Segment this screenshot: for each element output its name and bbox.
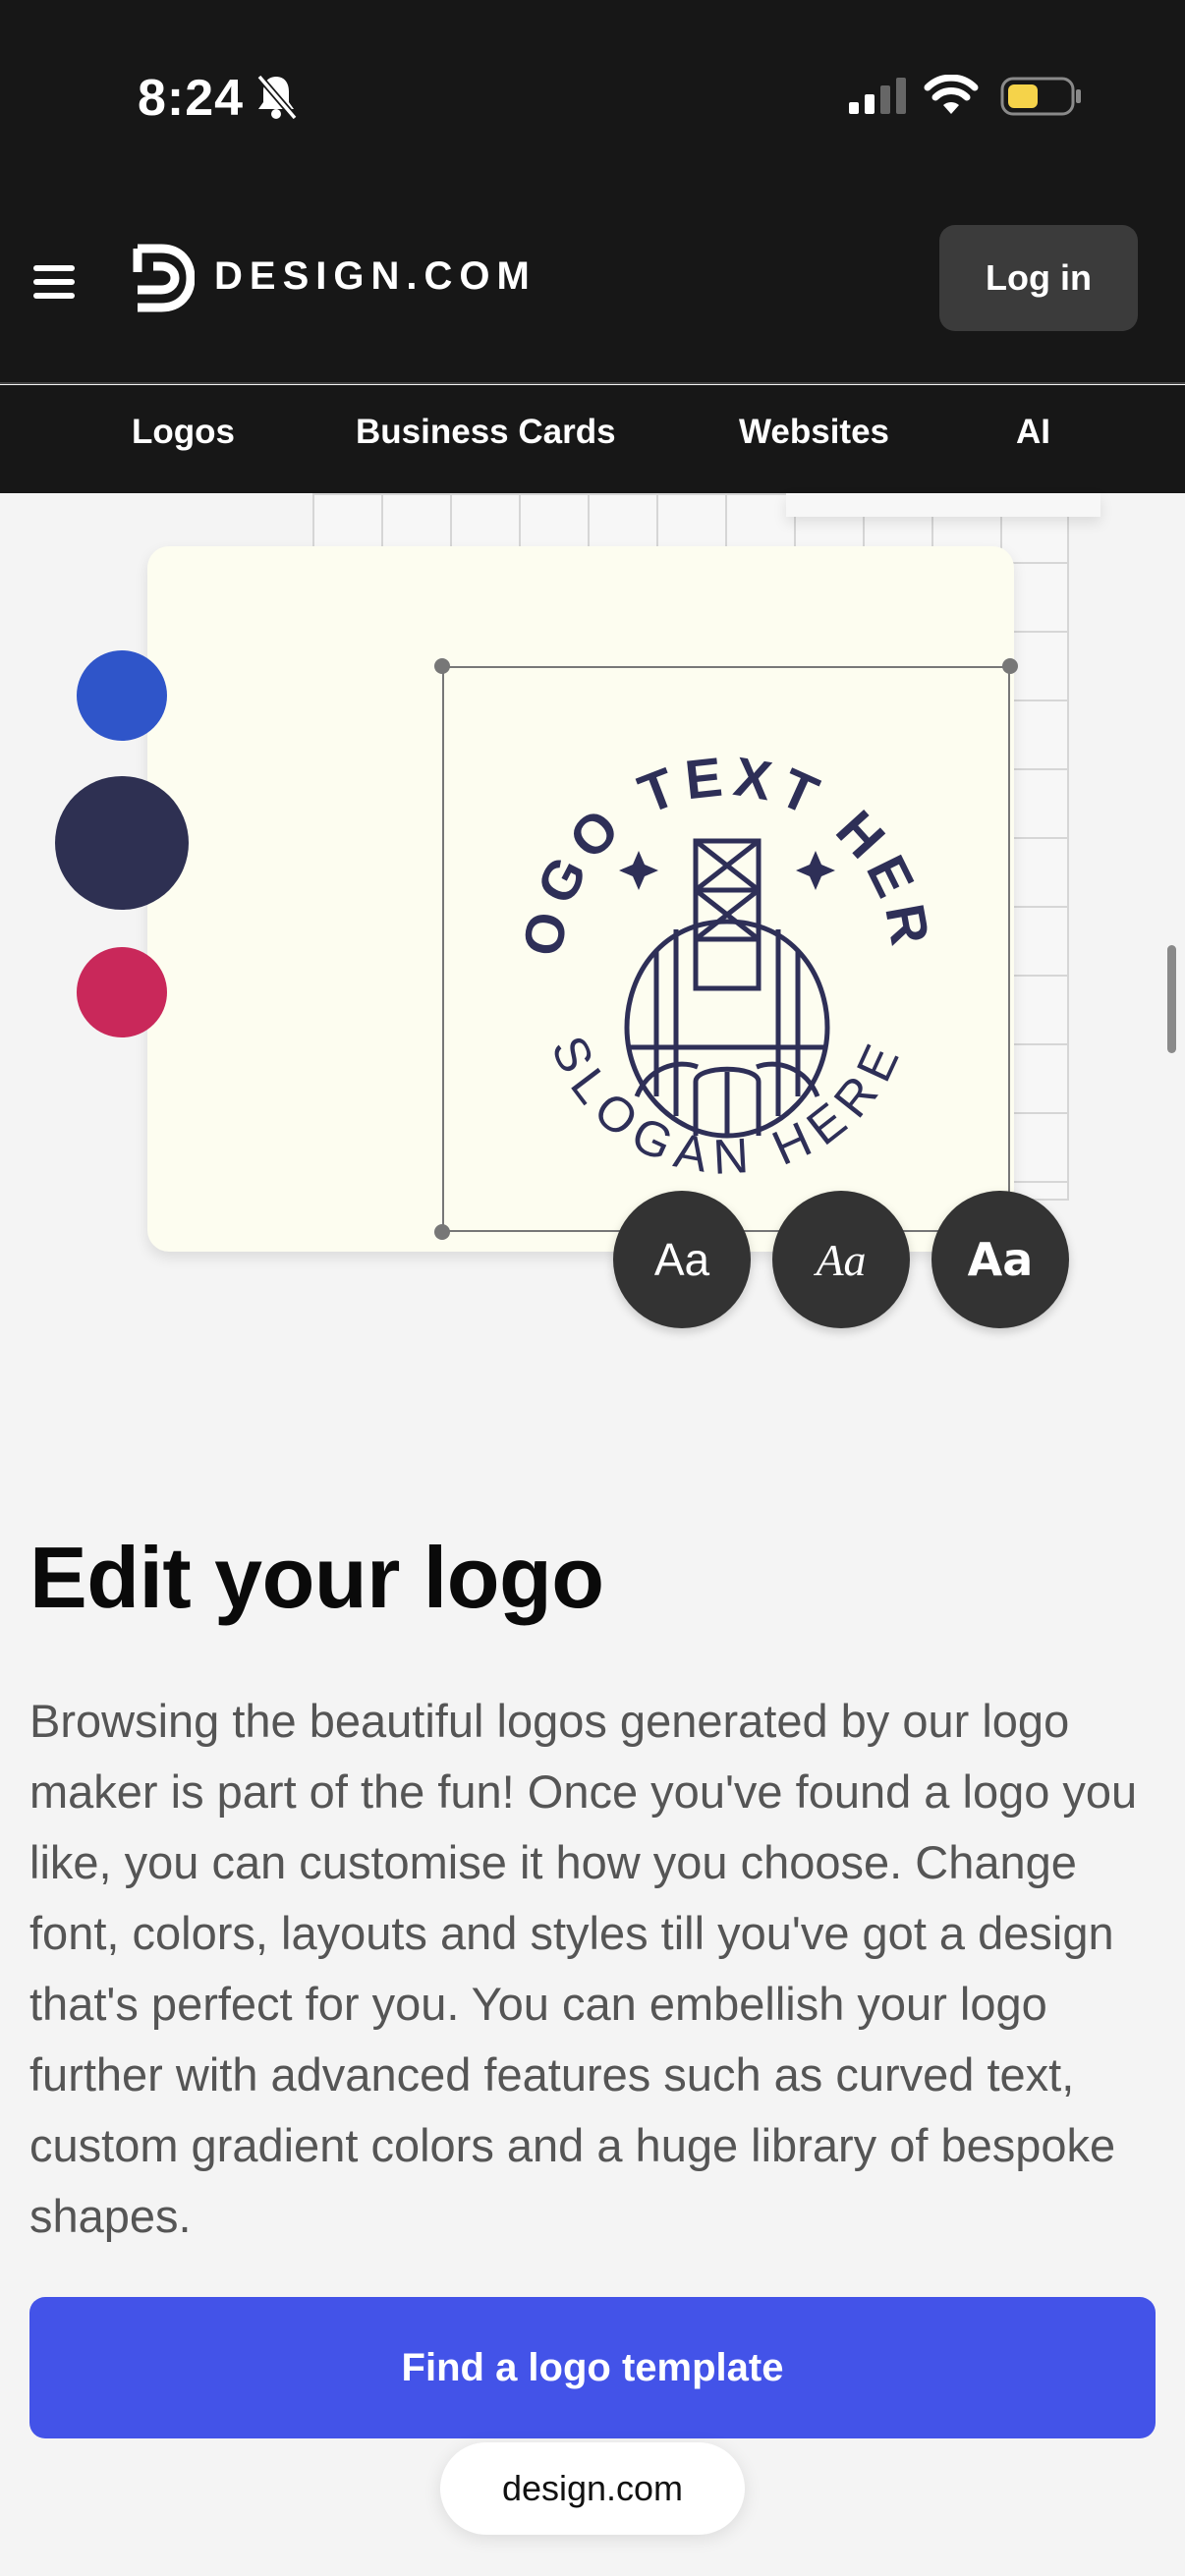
bridge-emblem: [624, 838, 830, 1139]
battery-icon: [1000, 77, 1081, 116]
nav-item-websites[interactable]: Websites: [739, 413, 889, 452]
scrollbar[interactable]: [1167, 945, 1176, 1053]
logo-editor-illustration: LOGO TEXT HERE SLOGAN HERE: [0, 493, 1185, 1377]
header-divider: [0, 382, 1185, 384]
sample-logo: LOGO TEXT HERE SLOGAN HERE: [472, 694, 943, 1185]
resize-handle: [434, 1224, 450, 1240]
wifi-icon: [924, 75, 979, 114]
color-swatch-navy[interactable]: [55, 776, 189, 910]
font-option-sans[interactable]: Aa: [613, 1191, 751, 1328]
font-option-italic[interactable]: Aa: [772, 1191, 910, 1328]
design-com-logo-icon[interactable]: [132, 243, 195, 313]
grid-shadow: [786, 493, 1100, 517]
logo-text-top: LOGO TEXT HERE: [472, 694, 935, 960]
svg-text:LOGO TEXT HERE: LOGO TEXT HERE: [472, 694, 943, 960]
nav-item-business-cards[interactable]: Business Cards: [356, 413, 616, 452]
font-option-bold[interactable]: Aa: [931, 1191, 1069, 1328]
brand-name[interactable]: DESIGN.COM: [214, 254, 536, 299]
color-swatch-blue[interactable]: [77, 650, 167, 741]
section-body: Browsing the beautiful logos generated b…: [29, 1695, 1138, 2242]
bell-muted-icon: [256, 74, 298, 120]
status-bar: 8:24: [0, 0, 1185, 192]
login-button[interactable]: Log in: [939, 225, 1138, 331]
hamburger-menu-icon[interactable]: [33, 265, 75, 305]
nav-item-logos[interactable]: Logos: [132, 413, 235, 452]
section-heading: Edit your logo: [29, 1529, 604, 1626]
nav-item-ai[interactable]: AI: [1016, 413, 1050, 452]
category-nav: Logos Business Cards Websites AI: [0, 385, 1185, 493]
resize-handle: [434, 658, 450, 674]
resize-handle: [1002, 658, 1018, 674]
browser-url-pill[interactable]: design.com: [440, 2442, 745, 2535]
color-swatch-crimson[interactable]: [77, 947, 167, 1037]
logo-canvas-card: LOGO TEXT HERE SLOGAN HERE: [147, 546, 1018, 1252]
cellular-signal-icon: [849, 78, 906, 114]
find-logo-template-button[interactable]: Find a logo template: [29, 2297, 1156, 2438]
site-header: DESIGN.COM Log in: [0, 192, 1185, 384]
status-time: 8:24: [138, 70, 245, 127]
